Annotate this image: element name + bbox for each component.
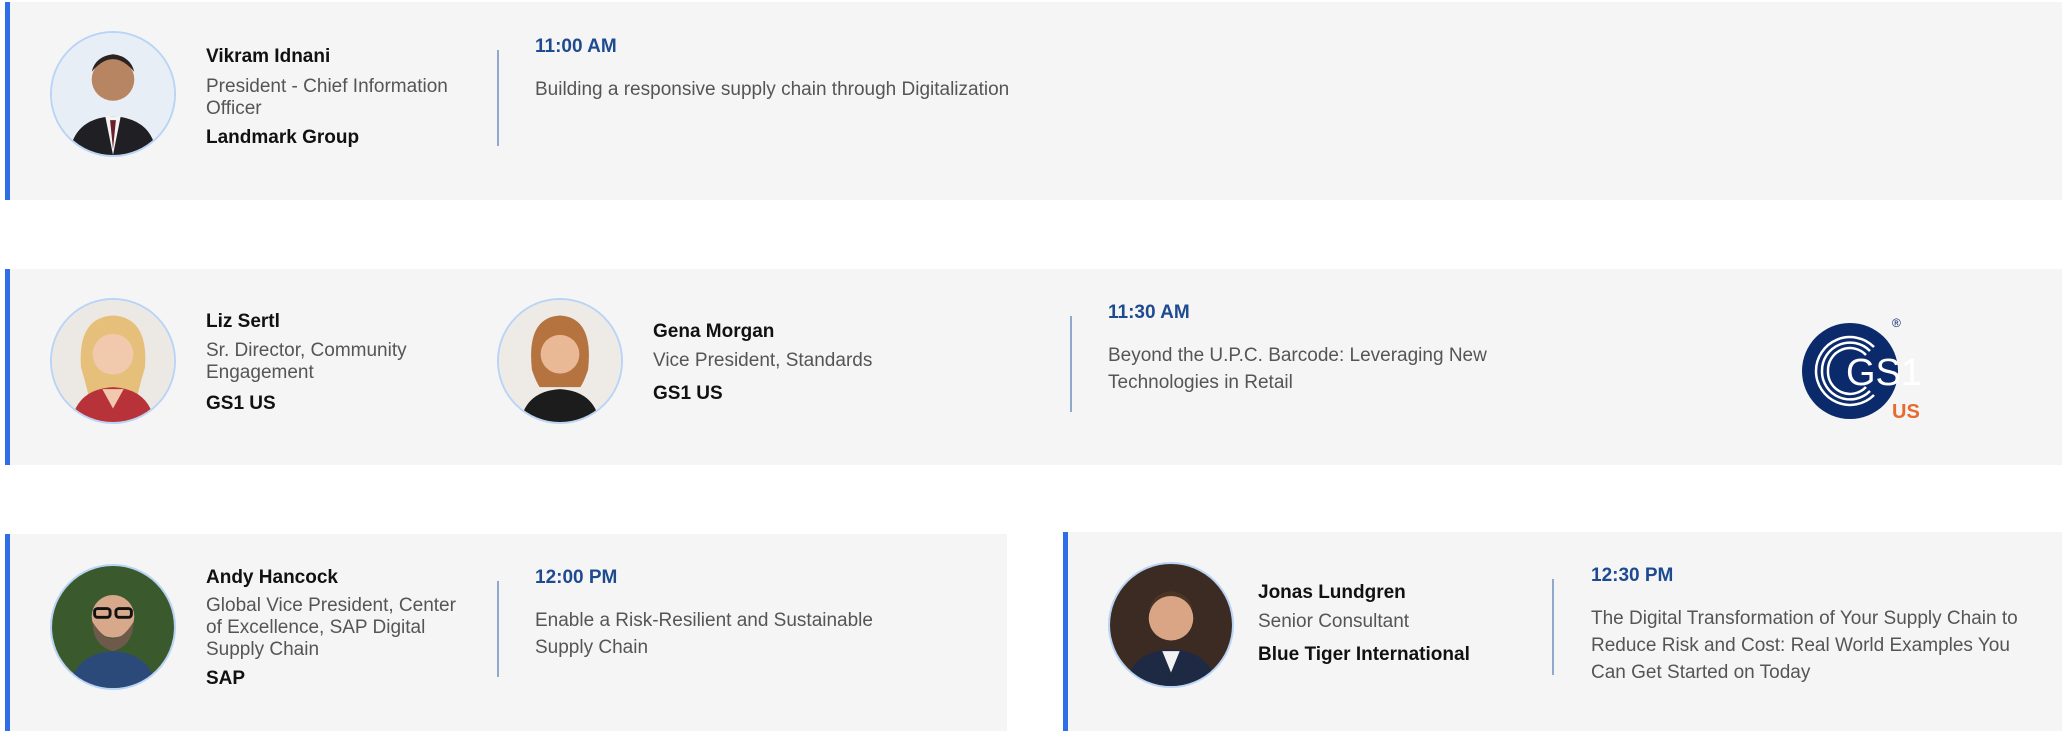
speaker-photo: [50, 31, 176, 157]
speaker-name: Jonas Lundgren: [1258, 582, 1406, 603]
speaker-photo: [50, 564, 176, 690]
card-divider: [497, 50, 499, 146]
speaker-company: Blue Tiger International: [1258, 644, 1470, 665]
card-divider: [1552, 579, 1554, 675]
speaker-name: Vikram Idnani: [206, 46, 331, 67]
session-title: The Digital Transformation of Your Suppl…: [1591, 608, 2018, 683]
session-title: Building a responsive supply chain throu…: [535, 79, 1010, 100]
speaker-role: Senior Consultant: [1258, 611, 1410, 632]
speaker-role: Vice President, Standards: [653, 350, 873, 371]
session-time: 11:30 AM: [1108, 302, 1190, 323]
speaker-company: GS1 US: [206, 393, 276, 414]
speaker-role: Sr. Director, Community Engagement: [206, 340, 407, 383]
session-title: Enable a Risk-Resilient and Sustainable …: [535, 610, 873, 658]
speaker-company: Landmark Group: [206, 127, 360, 148]
svg-text:GS1: GS1: [1846, 352, 1922, 394]
speaker-photo: [50, 298, 176, 424]
card-divider: [1070, 316, 1072, 412]
card-divider: [497, 581, 499, 677]
speaker-name: Liz Sertl: [206, 311, 280, 332]
speaker-company: GS1 US: [653, 383, 723, 404]
session-title: Beyond the U.P.C. Barcode: Leveraging Ne…: [1108, 345, 1487, 393]
speaker-company: SAP: [206, 668, 246, 689]
speaker-name: Andy Hancock: [206, 567, 338, 588]
speaker-photo: [1108, 562, 1234, 688]
session-time: 12:30 PM: [1591, 565, 1674, 586]
svg-text:®: ®: [1892, 316, 1901, 330]
session-time: 12:00 PM: [535, 567, 618, 588]
gs1-us-logo: GS1 ® US: [1802, 316, 1922, 423]
session-card: Jonas Lundgren Senior Consultant Blue Ti…: [1063, 532, 2062, 731]
session-time: 11:00 AM: [535, 36, 617, 57]
session-card: Andy Hancock Global Vice President, Cent…: [5, 534, 1007, 731]
speaker-role: Global Vice President, Center of Excelle…: [206, 595, 456, 660]
speaker-name: Gena Morgan: [653, 321, 775, 342]
svg-text:US: US: [1892, 401, 1920, 423]
speaker-photo: [497, 298, 623, 424]
speaker-role: President - Chief Information Officer: [206, 76, 448, 119]
session-card: Vikram Idnani President - Chief Informat…: [5, 2, 2062, 200]
session-card: Liz Sertl Sr. Director, Community Engage…: [5, 269, 2062, 465]
